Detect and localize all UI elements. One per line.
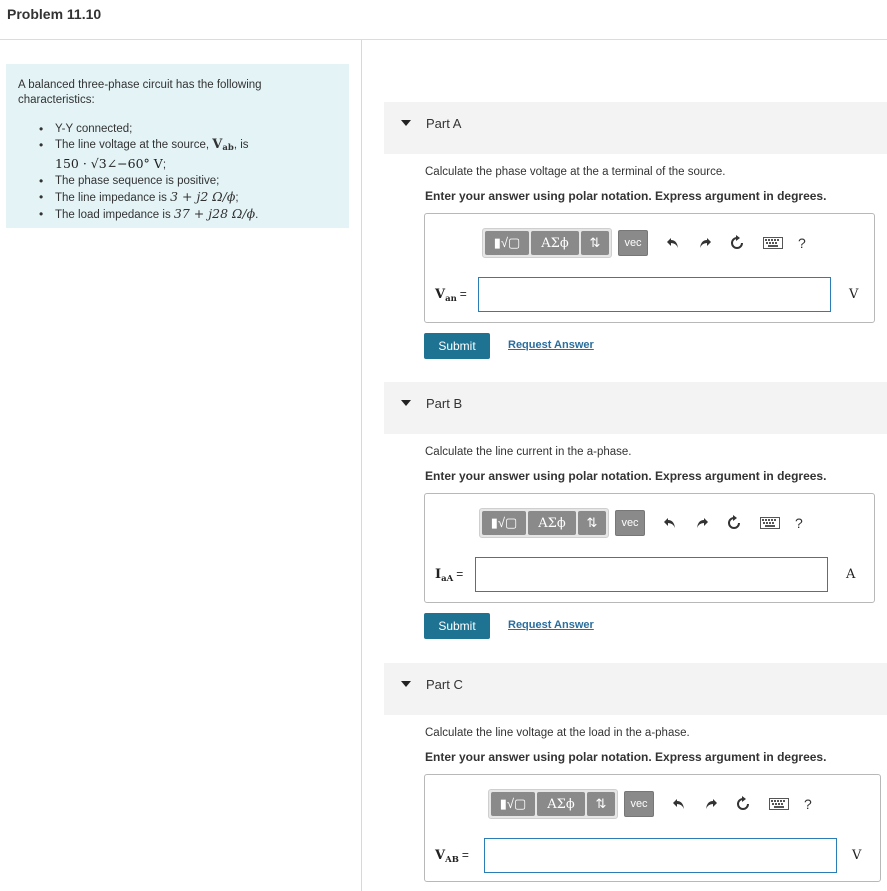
part-a: Part A Calculate the phase voltage at th… (384, 102, 887, 372)
greek-symbols-button[interactable]: ΑΣϕ (537, 792, 585, 816)
greek-symbols-button[interactable]: ΑΣϕ (531, 231, 579, 255)
vec-button[interactable]: vec (615, 510, 645, 536)
arrows-button[interactable]: ⇅ (587, 792, 615, 816)
math-toolbar: ▮√▢ ΑΣϕ ⇅ vec ? (482, 228, 806, 258)
answer-input[interactable] (478, 277, 831, 312)
variable-label: Van = (435, 287, 467, 304)
problem-statement-panel: A balanced three-phase circuit has the f… (6, 64, 349, 228)
toolbar-group: ▮√▢ ΑΣϕ ⇅ (479, 508, 609, 538)
help-button[interactable]: ? (795, 515, 803, 531)
vec-button[interactable]: vec (624, 791, 654, 817)
problem-title: Problem 11.10 (7, 6, 102, 22)
collapse-caret-icon[interactable] (401, 120, 411, 126)
arrows-button[interactable]: ⇅ (581, 231, 609, 255)
reset-icon[interactable] (732, 792, 754, 816)
submit-button[interactable]: Submit (424, 613, 490, 639)
part-a-header[interactable]: Part A (384, 102, 887, 154)
unit-label: V (849, 287, 859, 302)
toolbar-group: ▮√▢ ΑΣϕ ⇅ (482, 228, 612, 258)
submit-button[interactable]: Submit (424, 333, 490, 359)
column-divider (361, 40, 362, 891)
math-toolbar: ▮√▢ ΑΣϕ ⇅ vec ? (479, 508, 803, 538)
templates-button[interactable]: ▮√▢ (485, 231, 529, 255)
part-b: Part B Calculate the line current in the… (384, 382, 887, 652)
unit-label: V (852, 848, 862, 863)
list-item: The line voltage at the source, Vab, is … (39, 137, 258, 173)
instruction-text: Enter your answer using polar notation. … (425, 750, 827, 764)
answer-input[interactable] (475, 557, 828, 592)
answer-input[interactable] (484, 838, 837, 873)
vec-button[interactable]: vec (618, 230, 648, 256)
redo-icon[interactable] (694, 231, 716, 255)
part-label: Part C (426, 677, 463, 692)
request-answer-link[interactable]: Request Answer (508, 339, 594, 351)
part-b-header[interactable]: Part B (384, 382, 887, 434)
collapse-caret-icon[interactable] (401, 400, 411, 406)
answer-box: ▮√▢ ΑΣϕ ⇅ vec ? VAB = V (424, 774, 881, 882)
part-c: Part C Calculate the line voltage at the… (384, 663, 887, 891)
help-button[interactable]: ? (804, 796, 812, 812)
instruction-text: Enter your answer using polar notation. … (425, 469, 827, 483)
keyboard-icon[interactable] (759, 511, 781, 535)
problem-header: Problem 11.10 (0, 0, 887, 40)
list-item: The load impedance is 37 + j28 Ω/ϕ. (39, 206, 258, 223)
toolbar-group: ▮√▢ ΑΣϕ ⇅ (488, 789, 618, 819)
collapse-caret-icon[interactable] (401, 681, 411, 687)
unit-label: A (846, 567, 856, 582)
part-label: Part B (426, 396, 463, 411)
answer-box: ▮√▢ ΑΣϕ ⇅ vec ? IaA = A (424, 493, 875, 603)
templates-button[interactable]: ▮√▢ (482, 511, 526, 535)
list-item: The phase sequence is positive; (39, 173, 258, 189)
templates-button[interactable]: ▮√▢ (491, 792, 535, 816)
variable-label: VAB = (435, 848, 469, 865)
question-text: Calculate the phase voltage at the a ter… (425, 166, 726, 178)
part-c-header[interactable]: Part C (384, 663, 887, 715)
part-label: Part A (426, 116, 462, 131)
arrows-button[interactable]: ⇅ (578, 511, 606, 535)
characteristics-list: Y-Y connected; The line voltage at the s… (39, 121, 258, 223)
request-answer-link[interactable]: Request Answer (508, 619, 594, 631)
undo-icon[interactable] (668, 792, 690, 816)
help-button[interactable]: ? (798, 235, 806, 251)
problem-intro: A balanced three-phase circuit has the f… (18, 79, 262, 106)
keyboard-icon[interactable] (768, 792, 790, 816)
list-item: The line impedance is 3 + j2 Ω/ϕ; (39, 189, 258, 206)
reset-icon[interactable] (723, 511, 745, 535)
line-impedance-value: 3 + j2 Ω/ϕ (170, 189, 236, 204)
question-text: Calculate the line voltage at the load i… (425, 727, 690, 739)
greek-symbols-button[interactable]: ΑΣϕ (528, 511, 576, 535)
redo-icon[interactable] (700, 792, 722, 816)
line-voltage-value: 150 · √3∠−60° V (55, 156, 163, 171)
instruction-text: Enter your answer using polar notation. … (425, 189, 827, 203)
question-text: Calculate the line current in the a-phas… (425, 446, 632, 458)
load-impedance-value: 37 + j28 Ω/ϕ (173, 206, 256, 221)
answer-box: ▮√▢ ΑΣϕ ⇅ vec ? Van = V (424, 213, 875, 323)
reset-icon[interactable] (726, 231, 748, 255)
variable-label: IaA = (435, 567, 464, 584)
vab-symbol: Vab (212, 137, 234, 153)
undo-icon[interactable] (659, 511, 681, 535)
keyboard-icon[interactable] (762, 231, 784, 255)
redo-icon[interactable] (691, 511, 713, 535)
undo-icon[interactable] (662, 231, 684, 255)
math-toolbar: ▮√▢ ΑΣϕ ⇅ vec ? (488, 789, 812, 819)
list-item: Y-Y connected; (39, 121, 258, 137)
